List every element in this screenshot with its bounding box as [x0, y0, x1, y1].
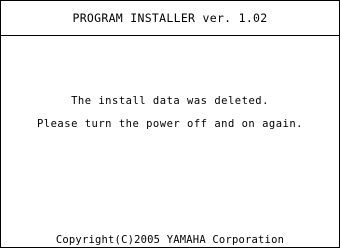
status-message-line-1: The install data was deleted. — [71, 95, 269, 107]
installer-screen: PROGRAM INSTALLER ver. 1.02 The install … — [0, 0, 340, 248]
installer-title: PROGRAM INSTALLER ver. 1.02 — [1, 1, 339, 36]
copyright-notice: Copyright(C)2005 YAMAHA Corporation — [55, 234, 285, 246]
status-message-line-2: Please turn the power off and on again. — [36, 118, 304, 130]
